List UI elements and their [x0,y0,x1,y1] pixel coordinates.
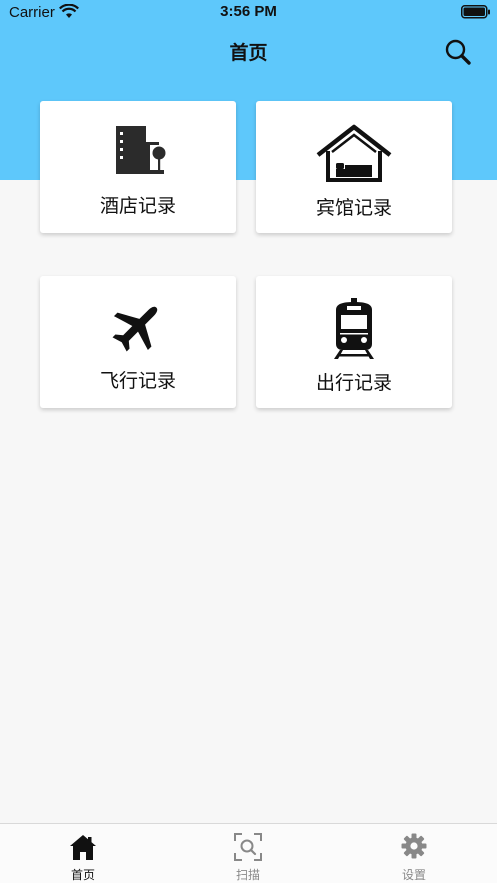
card-label: 酒店记录 [99,195,176,217]
hotel-building-icon [40,123,236,179]
card-label: 宾馆记录 [315,197,392,219]
tab-home[interactable]: 首页 [0,824,166,883]
home-icon [0,833,166,861]
airplane-icon [40,298,236,354]
tab-label: 设置 [401,868,426,882]
tab-label: 首页 [70,868,95,882]
tab-label: 扫描 [235,868,260,882]
scan-icon [165,833,331,861]
tab-bar: 首页 扫描 设置 [0,823,497,883]
battery-icon [461,5,491,23]
status-time: 3:56 PM [220,3,277,20]
search-icon [445,39,471,65]
card-label: 飞行记录 [99,370,176,392]
trip-record-card[interactable]: 出行记录 [256,276,452,408]
search-button[interactable] [444,38,472,66]
page-title: 首页 [229,42,268,64]
hotel-record-card[interactable]: 酒店记录 [40,101,236,233]
train-icon [256,298,452,359]
gear-icon [331,833,497,859]
inn-record-card[interactable]: 宾馆记录 [256,101,452,233]
card-label: 出行记录 [315,372,392,394]
house-bed-icon [256,123,452,182]
status-bar: Carrier 3:56 PM [0,0,497,26]
flight-record-card[interactable]: 飞行记录 [40,276,236,408]
tab-settings[interactable]: 设置 [331,824,497,883]
tab-scan[interactable]: 扫描 [165,824,331,883]
